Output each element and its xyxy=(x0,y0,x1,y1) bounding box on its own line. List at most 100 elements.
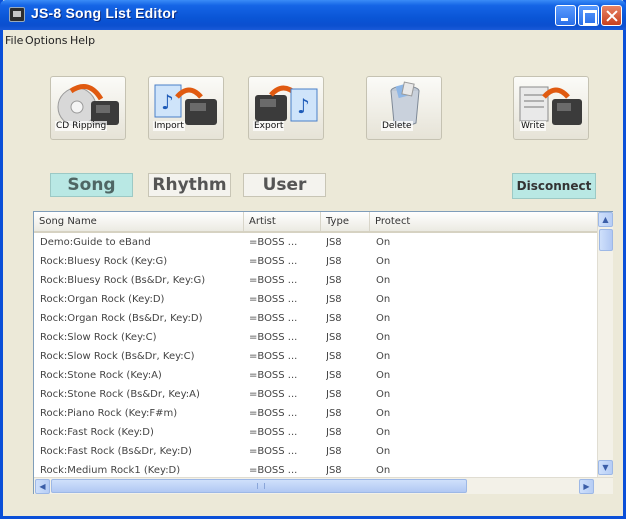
app-icon xyxy=(9,7,25,22)
maximize-button[interactable] xyxy=(578,5,599,26)
type-cell: JS8 xyxy=(326,294,342,305)
tab-rhythm[interactable]: Rhythm xyxy=(148,173,231,197)
protect-cell: On xyxy=(376,313,391,324)
write-button[interactable]: Write xyxy=(513,76,589,140)
song-name-cell: Rock:Slow Rock (Key:C) xyxy=(40,332,157,343)
column-protect[interactable]: Protect xyxy=(370,212,597,231)
cd-ripping-label: CD Ripping xyxy=(55,121,108,131)
song-name-cell: Rock:Piano Rock (Key:F#m) xyxy=(40,408,178,419)
table-row[interactable]: Rock:Bluesy Rock (Bs&Dr, Key:G) =BOSS ..… xyxy=(34,272,597,291)
type-cell: JS8 xyxy=(326,313,342,324)
close-button[interactable] xyxy=(601,5,622,26)
list-rows: Demo:Guide to eBand =BOSS ... JS8 On Roc… xyxy=(34,234,597,481)
title-bar[interactable]: JS-8 Song List Editor xyxy=(0,0,626,30)
trash-icon xyxy=(390,81,420,126)
table-row[interactable]: Rock:Stone Rock (Key:A) =BOSS ... JS8 On xyxy=(34,367,597,386)
vertical-scroll-thumb[interactable] xyxy=(599,229,613,251)
song-name-cell: Rock:Medium Rock1 (Key:D) xyxy=(40,465,181,476)
artist-cell: =BOSS ... xyxy=(249,446,298,457)
table-row[interactable]: Rock:Fast Rock (Bs&Dr, Key:D) =BOSS ... … xyxy=(34,443,597,462)
table-row[interactable]: Rock:Slow Rock (Bs&Dr, Key:C) =BOSS ... … xyxy=(34,348,597,367)
type-cell: JS8 xyxy=(326,237,342,248)
artist-cell: =BOSS ... xyxy=(249,332,298,343)
protect-cell: On xyxy=(376,237,391,248)
svg-text:♪: ♪ xyxy=(297,94,310,118)
protect-cell: On xyxy=(376,370,391,381)
scroll-up-icon[interactable]: ▲ xyxy=(598,212,613,227)
column-type[interactable]: Type xyxy=(321,212,370,231)
protect-cell: On xyxy=(376,275,391,286)
table-row[interactable]: Rock:Bluesy Rock (Key:G) =BOSS ... JS8 O… xyxy=(34,253,597,272)
app-window: JS-8 Song List Editor File Options Help … xyxy=(0,0,626,519)
song-name-cell: Rock:Bluesy Rock (Bs&Dr, Key:G) xyxy=(40,275,206,286)
column-song-name[interactable]: Song Name xyxy=(34,212,244,231)
type-cell: JS8 xyxy=(326,351,342,362)
table-row[interactable]: Rock:Organ Rock (Bs&Dr, Key:D) =BOSS ...… xyxy=(34,310,597,329)
disconnect-button[interactable]: Disconnect xyxy=(512,173,596,199)
menu-options[interactable]: Options xyxy=(25,34,67,47)
cd-ripping-icon xyxy=(57,84,119,127)
list-header: Song Name Artist Type Protect xyxy=(34,212,597,233)
artist-cell: =BOSS ... xyxy=(249,237,298,248)
table-row[interactable]: Demo:Guide to eBand =BOSS ... JS8 On xyxy=(34,234,597,253)
import-button[interactable]: ♪ Import xyxy=(148,76,224,140)
vertical-scrollbar[interactable]: ▲ ▼ xyxy=(597,212,613,477)
artist-cell: =BOSS ... xyxy=(249,370,298,381)
type-cell: JS8 xyxy=(326,275,342,286)
type-cell: JS8 xyxy=(326,332,342,343)
type-cell: JS8 xyxy=(326,427,342,438)
scroll-down-icon[interactable]: ▼ xyxy=(598,460,613,475)
song-name-cell: Rock:Organ Rock (Bs&Dr, Key:D) xyxy=(40,313,203,324)
type-cell: JS8 xyxy=(326,446,342,457)
song-list[interactable]: Song Name Artist Type Protect Demo:Guide… xyxy=(33,211,613,494)
menu-bar: File Options Help xyxy=(3,30,623,50)
svg-text:♪: ♪ xyxy=(161,90,174,114)
protect-cell: On xyxy=(376,427,391,438)
artist-cell: =BOSS ... xyxy=(249,408,298,419)
table-row[interactable]: Rock:Slow Rock (Key:C) =BOSS ... JS8 On xyxy=(34,329,597,348)
protect-cell: On xyxy=(376,256,391,267)
minimize-button[interactable] xyxy=(555,5,576,26)
protect-cell: On xyxy=(376,408,391,419)
protect-cell: On xyxy=(376,465,391,476)
artist-cell: =BOSS ... xyxy=(249,294,298,305)
table-row[interactable]: Rock:Stone Rock (Bs&Dr, Key:A) =BOSS ...… xyxy=(34,386,597,405)
song-name-cell: Rock:Stone Rock (Key:A) xyxy=(40,370,162,381)
delete-label: Delete xyxy=(381,121,413,131)
export-button[interactable]: ♪ Export xyxy=(248,76,324,140)
import-label: Import xyxy=(153,121,185,131)
menu-file[interactable]: File xyxy=(5,34,23,47)
horizontal-scrollbar[interactable]: ◀ ▶ xyxy=(34,477,613,494)
export-icon: ♪ xyxy=(255,85,318,122)
protect-cell: On xyxy=(376,389,391,400)
scroll-left-icon[interactable]: ◀ xyxy=(35,479,50,494)
cd-ripping-button[interactable]: CD Ripping xyxy=(50,76,126,140)
window-title: JS-8 Song List Editor xyxy=(31,5,177,21)
scroll-right-icon[interactable]: ▶ xyxy=(579,479,594,494)
artist-cell: =BOSS ... xyxy=(249,465,298,476)
artist-cell: =BOSS ... xyxy=(249,256,298,267)
column-artist[interactable]: Artist xyxy=(244,212,321,231)
type-cell: JS8 xyxy=(326,256,342,267)
horizontal-scroll-thumb[interactable] xyxy=(51,479,467,493)
import-icon: ♪ xyxy=(154,84,217,125)
tab-user[interactable]: User xyxy=(243,173,326,197)
protect-cell: On xyxy=(376,294,391,305)
type-cell: JS8 xyxy=(326,408,342,419)
artist-cell: =BOSS ... xyxy=(249,351,298,362)
write-icon xyxy=(519,86,582,125)
tab-song[interactable]: Song xyxy=(50,173,133,197)
table-row[interactable]: Rock:Piano Rock (Key:F#m) =BOSS ... JS8 … xyxy=(34,405,597,424)
menu-help[interactable]: Help xyxy=(70,34,95,47)
song-name-cell: Rock:Stone Rock (Bs&Dr, Key:A) xyxy=(40,389,200,400)
protect-cell: On xyxy=(376,332,391,343)
type-cell: JS8 xyxy=(326,370,342,381)
table-row[interactable]: Rock:Organ Rock (Key:D) =BOSS ... JS8 On xyxy=(34,291,597,310)
song-name-cell: Rock:Bluesy Rock (Key:G) xyxy=(40,256,168,267)
delete-button[interactable]: Delete xyxy=(366,76,442,140)
table-row[interactable]: Rock:Fast Rock (Key:D) =BOSS ... JS8 On xyxy=(34,424,597,443)
artist-cell: =BOSS ... xyxy=(249,427,298,438)
type-cell: JS8 xyxy=(326,465,342,476)
artist-cell: =BOSS ... xyxy=(249,389,298,400)
protect-cell: On xyxy=(376,446,391,457)
